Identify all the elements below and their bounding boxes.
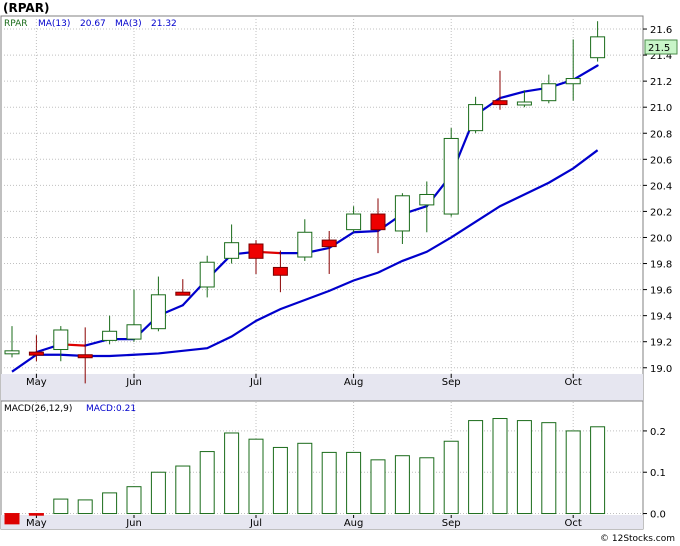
macd-bar <box>175 465 191 515</box>
price-month-label: Aug <box>344 377 364 388</box>
macd-bar <box>565 430 581 515</box>
macd-bar <box>443 440 459 515</box>
price-ytick-label: 19.8 <box>650 260 672 271</box>
macd-month-label: Jul <box>249 518 262 529</box>
last-price-label: 21.5 <box>648 43 670 54</box>
price-month-label: Sep <box>442 377 461 388</box>
candle-body <box>150 294 166 330</box>
macd-bar <box>297 442 313 515</box>
candle-body <box>468 104 484 132</box>
legend-macd-label: MACD(26,12,9) <box>4 404 72 414</box>
candle-body <box>297 231 313 258</box>
macd-month-label: Aug <box>344 518 364 529</box>
macd-bar <box>53 498 69 515</box>
candle-body <box>565 78 581 85</box>
candle-body <box>126 324 142 340</box>
macd-bar <box>419 457 435 515</box>
candle-body <box>28 351 44 356</box>
candle-body <box>248 243 264 259</box>
candle-body <box>175 291 191 296</box>
macd-bar <box>394 455 410 515</box>
macd-bar <box>516 420 532 515</box>
candle-body <box>346 213 362 231</box>
macd-bar <box>77 499 93 515</box>
macd-ytick-label: 0.1 <box>650 468 666 479</box>
macd-panel: May Jun Jul Aug Sep Oct 0.0 0.1 0.2 MACD(26,12,… <box>0 400 666 530</box>
macd-month-label: Oct <box>565 518 582 529</box>
price-ytick-label: 19.2 <box>650 338 672 349</box>
macd-bar <box>248 438 264 515</box>
macd-bar <box>224 432 240 515</box>
credit-label: © 12Stocks.com <box>600 534 675 544</box>
price-month-label: May <box>26 377 47 388</box>
macd-month-label: Jun <box>125 518 142 529</box>
legend-macd-value: MACD:0.21 <box>86 404 136 414</box>
macd-month-band <box>1 515 643 529</box>
legend-ma13-value: 20.67 <box>80 19 106 29</box>
candle-body <box>53 329 69 351</box>
candle-body <box>443 137 459 215</box>
price-ytick-label: 20.0 <box>650 233 672 244</box>
macd-bar <box>346 451 362 515</box>
legend-ma13-label: MA(13) <box>38 19 70 29</box>
macd-bar <box>272 446 288 515</box>
candle-body <box>224 242 240 259</box>
price-month-label: Oct <box>565 377 582 388</box>
candle-body <box>199 261 215 288</box>
macd-ytick-label: 0.0 <box>650 510 666 521</box>
price-ytick-label: 20.6 <box>650 155 672 166</box>
price-ytick-label: 19.0 <box>650 364 672 375</box>
candle-body <box>492 100 508 106</box>
macd-bar <box>199 451 215 515</box>
macd-bar <box>492 418 508 515</box>
price-month-band <box>1 374 643 402</box>
stock-chart: (RPAR) May Jun Jul Aug Sep Oct 19.0 19.2 19.4 19… <box>0 0 680 546</box>
macd-ytick-label: 0.2 <box>650 427 666 438</box>
macd-bar <box>541 422 557 515</box>
legend-ma3-label: MA(3) <box>115 19 142 29</box>
price-ytick-label: 20.4 <box>650 181 672 192</box>
candle-body <box>4 350 20 355</box>
candle-body <box>419 193 435 206</box>
legend-symbol: RPAR <box>4 19 28 29</box>
macd-month-label: May <box>26 518 47 529</box>
macd-bar <box>126 486 142 515</box>
candle-body <box>272 266 288 276</box>
ma3-line-segment <box>352 229 380 234</box>
macd-bar <box>102 492 118 515</box>
price-month-label: Jun <box>125 377 142 388</box>
price-ytick-label: 20.8 <box>650 129 672 140</box>
candle-body <box>370 213 386 231</box>
candle-body <box>77 354 93 359</box>
macd-bar <box>4 513 20 525</box>
candle-body <box>102 330 118 341</box>
price-panel: May Jun Jul Aug Sep Oct 19.0 19.2 19.4 19.6 19.8 2… <box>0 15 678 403</box>
macd-bar <box>468 420 484 515</box>
candle-body <box>541 83 557 102</box>
price-ytick-label: 19.6 <box>650 286 672 297</box>
candle-body <box>590 36 606 59</box>
macd-bar <box>370 459 386 515</box>
candle-body <box>394 195 410 232</box>
price-ytick-label: 20.2 <box>650 207 672 218</box>
price-month-label: Jul <box>249 377 262 388</box>
macd-bar <box>590 426 606 515</box>
price-plot-frame <box>0 15 644 403</box>
candle-body <box>516 101 532 106</box>
price-ytick-label: 21.6 <box>650 25 672 36</box>
legend-ma3-value: 21.32 <box>151 19 177 29</box>
price-ytick-label: 21.2 <box>650 77 672 88</box>
macd-month-label: Sep <box>442 518 461 529</box>
macd-bar <box>28 513 44 516</box>
macd-bar <box>321 451 337 515</box>
price-ytick-label: 21.0 <box>650 103 672 114</box>
macd-bar <box>150 471 166 515</box>
candle-body <box>321 239 337 248</box>
chart-title: (RPAR) <box>3 1 49 15</box>
price-ytick-label: 19.4 <box>650 312 672 323</box>
